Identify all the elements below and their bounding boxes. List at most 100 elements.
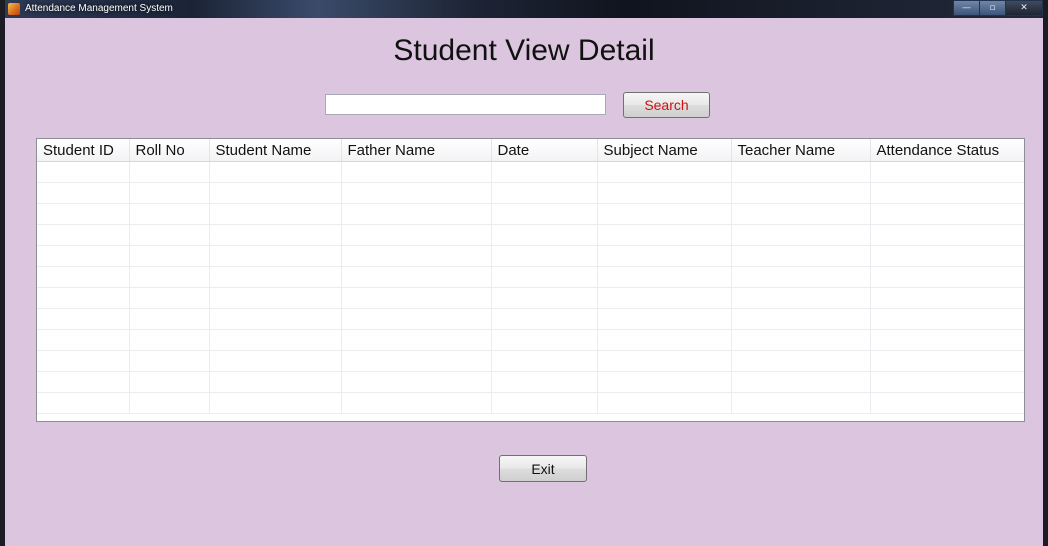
table-cell[interactable] [37,224,130,246]
table-cell[interactable] [129,203,210,225]
table-cell[interactable] [341,308,492,330]
table-cell[interactable] [37,308,130,330]
table-cell[interactable] [597,245,732,267]
column-header-subject-name[interactable]: Subject Name [597,139,732,162]
table-cell[interactable] [870,371,1024,393]
table-cell[interactable] [597,329,732,351]
table-cell[interactable] [129,308,210,330]
table-cell[interactable] [597,308,732,330]
table-cell[interactable] [209,245,342,267]
table-cell[interactable] [37,371,130,393]
column-header-roll-no[interactable]: Roll No [129,139,210,162]
table-cell[interactable] [491,308,598,330]
table-row[interactable] [37,350,1024,372]
table-cell[interactable] [597,161,732,183]
table-cell[interactable] [37,266,130,288]
search-button[interactable]: Search [623,92,710,118]
table-cell[interactable] [870,308,1024,330]
table-row[interactable] [37,161,1024,183]
table-cell[interactable] [870,182,1024,204]
table-cell[interactable] [341,392,492,414]
table-cell[interactable] [731,203,871,225]
table-cell[interactable] [597,203,732,225]
table-cell[interactable] [491,287,598,309]
table-cell[interactable] [341,182,492,204]
table-cell[interactable] [341,161,492,183]
table-row[interactable] [37,392,1024,414]
table-cell[interactable] [129,287,210,309]
table-row[interactable] [37,287,1024,309]
table-cell[interactable] [597,287,732,309]
table-cell[interactable] [129,329,210,351]
table-cell[interactable] [209,371,342,393]
table-cell[interactable] [37,203,130,225]
table-cell[interactable] [129,245,210,267]
table-cell[interactable] [731,161,871,183]
table-cell[interactable] [209,329,342,351]
table-cell[interactable] [491,350,598,372]
table-cell[interactable] [209,182,342,204]
table-cell[interactable] [870,350,1024,372]
table-cell[interactable] [731,392,871,414]
table-cell[interactable] [209,266,342,288]
table-cell[interactable] [731,224,871,246]
table-cell[interactable] [597,182,732,204]
table-cell[interactable] [491,203,598,225]
table-cell[interactable] [37,350,130,372]
table-cell[interactable] [597,224,732,246]
table-cell[interactable] [129,266,210,288]
minimize-button[interactable]: — [953,0,979,16]
table-cell[interactable] [870,224,1024,246]
title-bar[interactable]: Attendance Management System — ▫ ✕ [5,0,1043,18]
table-cell[interactable] [341,266,492,288]
table-cell[interactable] [129,224,210,246]
search-input[interactable] [325,94,606,115]
column-header-student-name[interactable]: Student Name [209,139,342,162]
table-cell[interactable] [341,245,492,267]
column-header-attendance-status[interactable]: Attendance Status [870,139,1024,162]
table-cell[interactable] [37,329,130,351]
table-cell[interactable] [731,308,871,330]
table-cell[interactable] [491,182,598,204]
table-cell[interactable] [341,203,492,225]
table-cell[interactable] [37,245,130,267]
student-grid[interactable]: Student ID Roll No Student Name Father N… [36,138,1025,422]
column-header-date[interactable]: Date [491,139,598,162]
table-cell[interactable] [491,266,598,288]
table-cell[interactable] [37,287,130,309]
table-cell[interactable] [37,392,130,414]
table-cell[interactable] [870,203,1024,225]
table-cell[interactable] [731,350,871,372]
table-cell[interactable] [870,287,1024,309]
table-cell[interactable] [341,224,492,246]
table-cell[interactable] [491,245,598,267]
table-cell[interactable] [341,329,492,351]
table-cell[interactable] [209,224,342,246]
column-header-student-id[interactable]: Student ID [37,139,130,162]
table-cell[interactable] [341,287,492,309]
table-cell[interactable] [870,266,1024,288]
table-cell[interactable] [209,392,342,414]
table-cell[interactable] [341,371,492,393]
table-cell[interactable] [129,182,210,204]
table-cell[interactable] [597,371,732,393]
table-cell[interactable] [209,350,342,372]
table-cell[interactable] [491,329,598,351]
table-cell[interactable] [129,371,210,393]
table-cell[interactable] [37,161,130,183]
column-header-father-name[interactable]: Father Name [341,139,492,162]
table-cell[interactable] [731,371,871,393]
table-cell[interactable] [491,392,598,414]
table-cell[interactable] [870,161,1024,183]
table-cell[interactable] [870,245,1024,267]
exit-button[interactable]: Exit [499,455,587,482]
table-cell[interactable] [341,350,492,372]
table-cell[interactable] [209,203,342,225]
table-cell[interactable] [491,161,598,183]
table-cell[interactable] [597,350,732,372]
table-cell[interactable] [129,392,210,414]
table-cell[interactable] [731,287,871,309]
table-row[interactable] [37,182,1024,204]
table-cell[interactable] [731,245,871,267]
table-cell[interactable] [209,308,342,330]
